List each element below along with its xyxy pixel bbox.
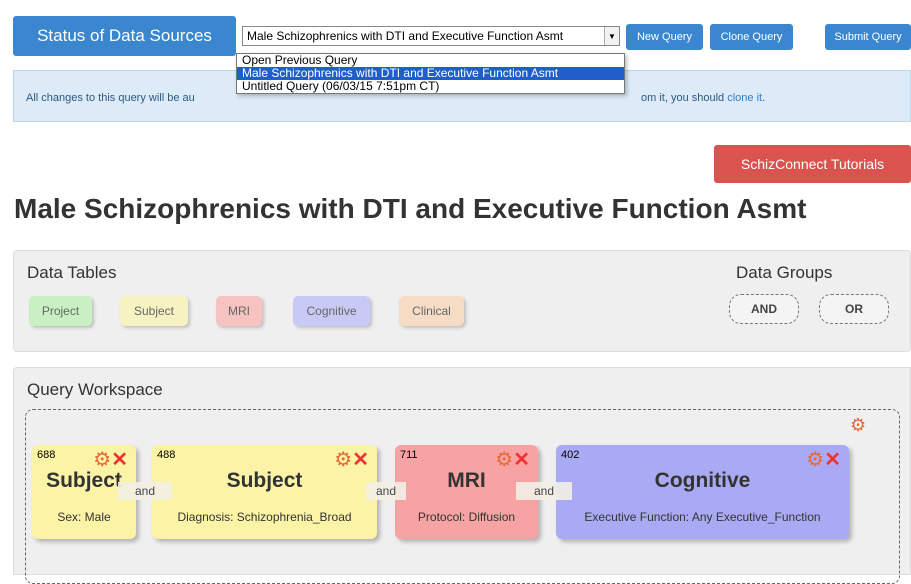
status-of-data-sources-button[interactable]: Status of Data Sources — [13, 16, 236, 56]
card-title: Cognitive — [654, 469, 751, 492]
data-groups-title: Data Groups — [736, 263, 833, 282]
gear-icon[interactable]: ⚙ — [495, 449, 513, 471]
alert-text-tail: . — [762, 92, 766, 104]
query-dropdown-list: Open Previous Query Male Schizophrenics … — [236, 53, 625, 94]
query-select[interactable]: Male Schizophrenics with DTI and Executi… — [242, 26, 620, 46]
query-workspace-title: Query Workspace — [27, 380, 163, 399]
table-chip-clinical[interactable]: Clinical — [399, 296, 464, 326]
card-criteria: Sex: Male — [57, 510, 111, 524]
or-group-button[interactable]: OR — [819, 294, 889, 324]
clone-it-link[interactable]: clone it — [727, 92, 762, 104]
close-icon[interactable]: ✕ — [111, 449, 128, 471]
gear-icon[interactable]: ⚙ — [806, 449, 824, 471]
new-query-button[interactable]: New Query — [626, 24, 703, 50]
join-label-and: and — [118, 482, 172, 500]
submit-query-button[interactable]: Submit Query — [825, 24, 911, 50]
card-criteria: Protocol: Diffusion — [417, 510, 516, 524]
close-icon[interactable]: ✕ — [513, 449, 530, 471]
dropdown-option-untitled-query[interactable]: Untitled Query (06/03/15 7:51pm CT) — [237, 80, 624, 93]
card-criteria: Diagnosis: Schizophrenia_Broad — [177, 510, 352, 524]
alert-text-middle: om it, you should — [641, 92, 728, 104]
gear-icon[interactable]: ⚙ — [850, 415, 866, 436]
query-card-subject-diagnosis[interactable]: 488 ⚙✕ Subject Diagnosis: Schizophrenia_… — [152, 445, 377, 539]
close-icon[interactable]: ✕ — [352, 449, 369, 471]
table-chip-project[interactable]: Project — [29, 296, 92, 326]
join-label-and: and — [516, 482, 572, 500]
page-title: Male Schizophrenics with DTI and Executi… — [14, 193, 807, 224]
data-tables-panel: Data Tables Project Subject MRI Cognitiv… — [13, 250, 911, 352]
card-count: 402 — [561, 449, 580, 461]
query-card-cognitive[interactable]: 402 ⚙✕ Cognitive Executive Function: Any… — [556, 445, 849, 539]
data-tables-title: Data Tables — [27, 263, 117, 282]
and-group-button[interactable]: AND — [729, 294, 799, 324]
card-title: Subject — [226, 469, 303, 492]
join-label-and: and — [366, 482, 406, 500]
alert-text-start: All changes to this query will be au — [26, 92, 195, 104]
card-count: 488 — [157, 449, 176, 461]
chevron-down-icon[interactable]: ▼ — [604, 27, 619, 45]
table-chip-subject[interactable]: Subject — [120, 296, 188, 326]
table-chip-cognitive[interactable]: Cognitive — [293, 296, 370, 326]
gear-icon[interactable]: ⚙ — [334, 449, 352, 471]
clone-query-button[interactable]: Clone Query — [710, 24, 793, 50]
close-icon[interactable]: ✕ — [824, 449, 841, 471]
card-count: 688 — [37, 449, 56, 461]
tutorials-button[interactable]: SchizConnect Tutorials — [714, 145, 911, 183]
card-count: 711 — [400, 449, 418, 461]
table-chip-mri[interactable]: MRI — [216, 296, 262, 326]
gear-icon[interactable]: ⚙ — [93, 449, 111, 471]
card-criteria: Executive Function: Any Executive_Functi… — [584, 510, 821, 524]
query-select-value: Male Schizophrenics with DTI and Executi… — [247, 29, 564, 43]
alert-text-end: om it, you should clone it. — [641, 92, 765, 104]
